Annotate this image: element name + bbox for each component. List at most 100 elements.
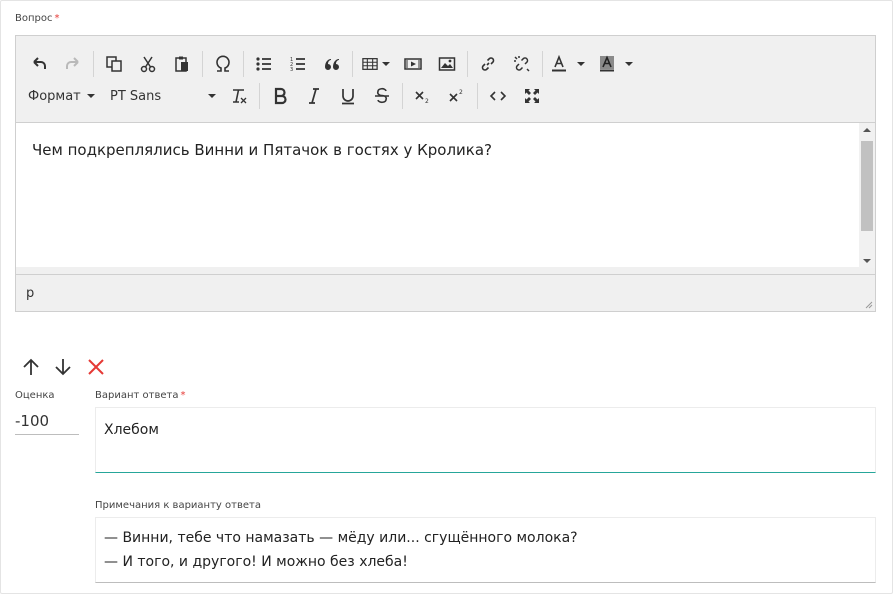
toolbar-separator [467, 51, 468, 77]
paste-icon [175, 56, 188, 72]
italic-button[interactable] [297, 82, 331, 110]
background-color-icon [600, 55, 614, 72]
chevron-down-icon [577, 62, 585, 66]
answer-option-value[interactable]: Хлебом [104, 422, 159, 438]
chevron-down-icon [382, 62, 390, 66]
notes-line[interactable]: — Винни, тебе что намазать — мёду или...… [104, 530, 578, 546]
unlink-icon [514, 56, 530, 72]
underline-icon [342, 89, 354, 105]
move-down-button[interactable] [51, 355, 75, 379]
answer-option-field[interactable]: Хлебом [95, 407, 876, 473]
subscript-button[interactable]: 2 [406, 82, 440, 110]
answer-option-label: Вариант ответа * [95, 390, 185, 401]
subscript-icon: 2 [415, 91, 429, 105]
copy-icon [106, 56, 122, 72]
special-char-icon [216, 55, 230, 72]
blockquote-button[interactable] [315, 50, 349, 78]
chevron-down-icon [86, 94, 95, 98]
element-path[interactable]: p [26, 286, 34, 301]
chevron-down-icon [863, 259, 871, 263]
scroll-down-arrow[interactable] [859, 254, 875, 268]
svg-text:3: 3 [290, 67, 293, 73]
move-up-button[interactable] [19, 355, 43, 379]
svg-text:2: 2 [459, 89, 463, 96]
bullet-list-button[interactable] [247, 50, 281, 78]
answer-notes-label: Примечания к варианту ответа [95, 500, 261, 511]
toolbar-separator [542, 51, 543, 77]
undo-icon [33, 57, 46, 69]
required-mark: * [180, 390, 186, 401]
toolbar-row-2: Формат PT Sans 2 2 [22, 81, 549, 111]
close-icon [88, 359, 104, 375]
bold-button[interactable] [263, 82, 297, 110]
copy-button[interactable] [97, 50, 131, 78]
score-input[interactable] [15, 408, 79, 435]
cut-button[interactable] [131, 50, 165, 78]
paste-button[interactable] [165, 50, 199, 78]
superscript-button[interactable]: 2 [440, 82, 474, 110]
redo-button[interactable] [56, 50, 90, 78]
bold-icon [274, 87, 287, 105]
chevron-down-icon [625, 62, 633, 66]
table-icon [362, 58, 378, 70]
resize-handle-icon[interactable] [863, 299, 873, 309]
source-code-icon [489, 91, 507, 101]
superscript-icon: 2 [449, 89, 463, 102]
image-button[interactable] [430, 50, 464, 78]
toolbar-separator [202, 51, 203, 77]
font-family-dropdown-label: PT Sans [110, 88, 162, 104]
editor-toolbar: 123 Формат PT Sans 2 2 [16, 36, 875, 122]
toolbar-separator [93, 51, 94, 77]
score-label: Оценка [15, 390, 55, 401]
background-color-control [594, 50, 638, 78]
fullscreen-button[interactable] [515, 82, 549, 110]
answer-option-label-text: Вариант ответа [95, 390, 179, 401]
blockquote-icon [325, 59, 339, 70]
unlink-button[interactable] [505, 50, 539, 78]
text-color-dropdown[interactable] [572, 50, 590, 78]
arrow-up-icon [23, 358, 39, 375]
link-button[interactable] [471, 50, 505, 78]
bullet-list-icon [256, 57, 271, 71]
clear-format-button[interactable] [222, 82, 256, 110]
background-color-button[interactable] [594, 50, 620, 78]
toolbar-separator [352, 51, 353, 77]
svg-text:2: 2 [425, 98, 429, 105]
editor-content-text[interactable]: Чем подкреплялись Винни и Пятачок в гост… [32, 141, 492, 159]
toolbar-row-1: 123 [22, 49, 638, 79]
editor-scrollbar[interactable] [859, 123, 875, 268]
text-color-control [546, 50, 590, 78]
notes-line[interactable]: — И того, и другого! И можно без хлеба! [104, 554, 408, 570]
strikethrough-button[interactable] [365, 82, 399, 110]
toolbar-separator [243, 51, 244, 77]
toolbar-separator [477, 83, 478, 109]
font-family-dropdown[interactable]: PT Sans [104, 82, 222, 110]
scroll-up-arrow[interactable] [859, 123, 875, 137]
question-label: Вопрос * [15, 13, 59, 24]
numbered-list-icon: 123 [290, 57, 305, 73]
scrollbar-thumb[interactable] [861, 141, 873, 231]
editor-statusbar: p [16, 274, 875, 311]
clear-format-icon [233, 89, 247, 104]
redo-icon [66, 57, 79, 69]
chevron-down-icon [208, 94, 216, 98]
text-color-button[interactable] [546, 50, 572, 78]
chevron-up-icon [863, 128, 871, 132]
delete-answer-button[interactable] [84, 355, 108, 379]
cut-icon [140, 56, 156, 73]
answer-notes-field[interactable]: — Винни, тебе что намазать — мёду или...… [95, 517, 876, 583]
undo-button[interactable] [22, 50, 56, 78]
table-button[interactable] [356, 50, 396, 78]
source-code-button[interactable] [481, 82, 515, 110]
image-icon [438, 57, 456, 71]
toolbar-separator [402, 83, 403, 109]
format-dropdown[interactable]: Формат [22, 82, 104, 110]
special-char-button[interactable] [206, 50, 240, 78]
link-icon [481, 57, 495, 71]
format-dropdown-label: Формат [28, 88, 81, 104]
background-color-dropdown[interactable] [620, 50, 638, 78]
editor-content-area[interactable]: Чем подкреплялись Винни и Пятачок в гост… [16, 122, 875, 268]
media-button[interactable] [396, 50, 430, 78]
underline-button[interactable] [331, 82, 365, 110]
numbered-list-button[interactable]: 123 [281, 50, 315, 78]
